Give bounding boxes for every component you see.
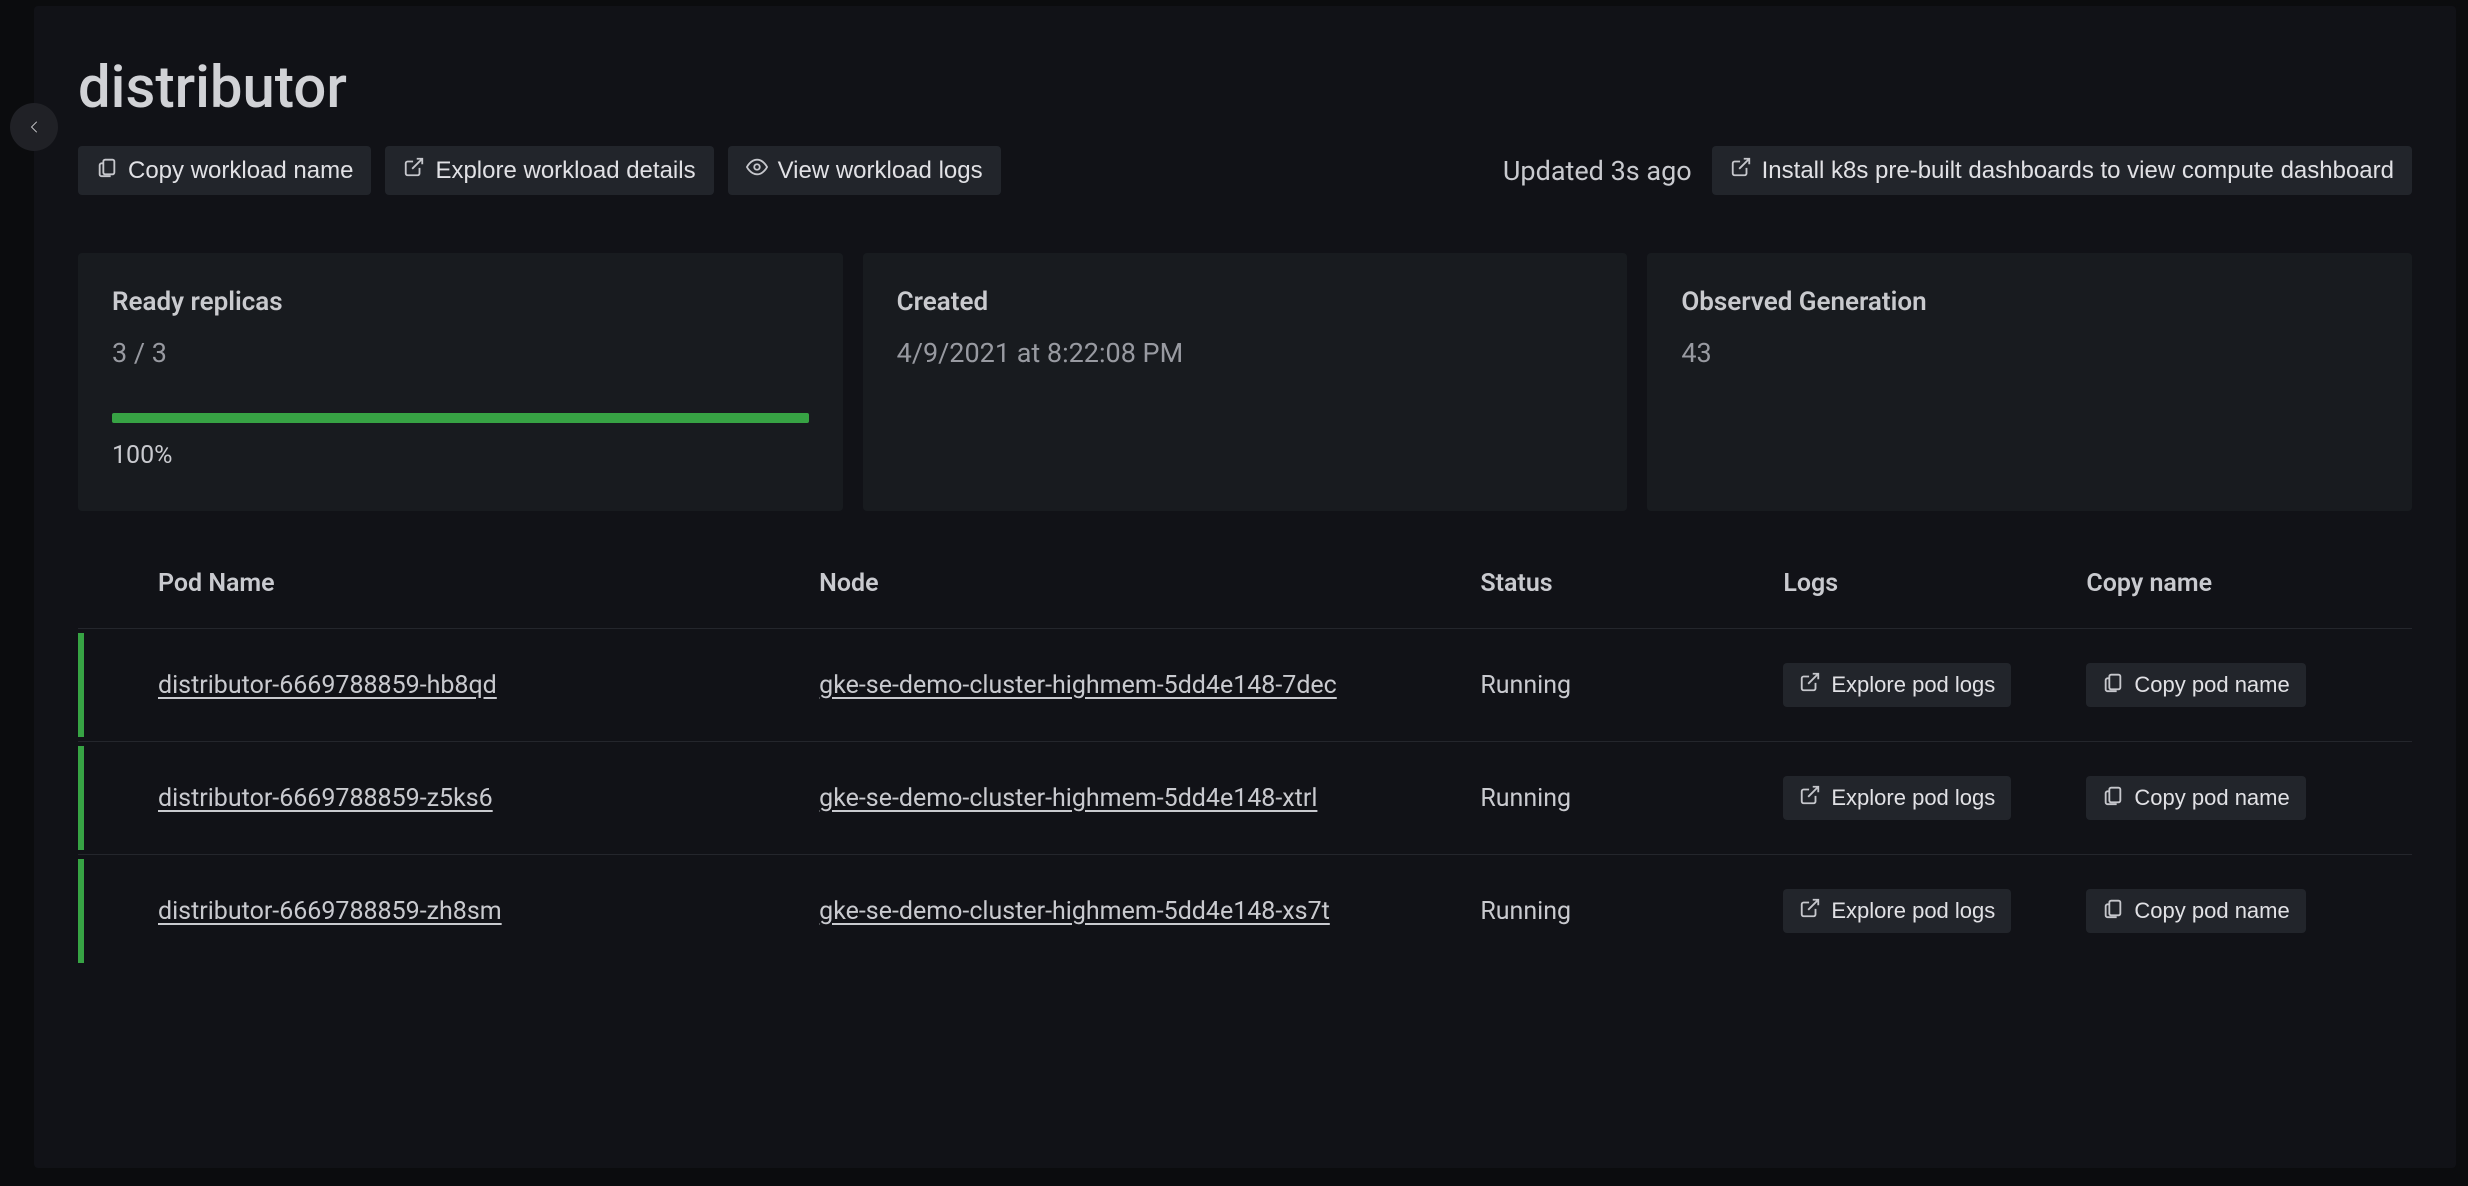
table-row: distributor-6669788859-zh8sm gke-se-demo-… [78,854,2412,967]
view-workload-logs-label: View workload logs [778,157,983,185]
external-link-icon [403,156,425,185]
ready-replicas-value: 3 / 3 [112,337,809,369]
col-pod-name: Pod Name [158,569,809,598]
explore-pod-logs-button[interactable]: Explore pod logs [1783,663,2011,707]
workload-panel: distributor Copy workload name Explore w… [34,6,2456,1168]
explore-pod-logs-button[interactable]: Explore pod logs [1783,889,2011,933]
explore-workload-details-label: Explore workload details [435,157,695,185]
copy-pod-name-button[interactable]: Copy pod name [2086,889,2305,933]
external-link-icon [1799,897,1821,925]
table-row: distributor-6669788859-z5ks6 gke-se-demo-… [78,741,2412,854]
page-title: distributor [78,54,2412,122]
collapse-panel-button[interactable] [10,103,58,151]
install-dashboards-label: Install k8s pre-built dashboards to view… [1762,157,2394,185]
pod-table-header: Pod Name Node Status Logs Copy name [78,569,2412,628]
clipboard-icon [96,156,118,185]
copy-workload-name-label: Copy workload name [128,157,353,185]
toolbar: Copy workload name Explore workload deta… [78,146,2412,195]
status-text: Running [1480,784,1773,813]
explore-pod-logs-label: Explore pod logs [1831,898,1995,924]
created-title: Created [897,287,1594,317]
observed-generation-title: Observed Generation [1681,287,2378,317]
external-link-icon [1799,784,1821,812]
col-node: Node [819,569,1470,598]
clipboard-icon [2102,671,2124,699]
eye-icon [746,156,768,185]
node-link[interactable]: gke-se-demo-cluster-highmem-5dd4e148-xtr… [819,784,1317,813]
node-link[interactable]: gke-se-demo-cluster-highmem-5dd4e148-7de… [819,671,1337,700]
copy-pod-name-button[interactable]: Copy pod name [2086,776,2305,820]
pod-name-link[interactable]: distributor-6669788859-zh8sm [158,897,502,926]
table-row: distributor-6669788859-hb8qd gke-se-demo-… [78,628,2412,741]
created-card: Created 4/9/2021 at 8:22:08 PM [863,253,1628,511]
ready-replicas-progress-label: 100% [112,441,809,470]
observed-generation-value: 43 [1681,337,2378,369]
copy-pod-name-button[interactable]: Copy pod name [2086,663,2305,707]
explore-pod-logs-button[interactable]: Explore pod logs [1783,776,2011,820]
updated-text: Updated 3s ago [1503,155,1692,187]
ready-replicas-card: Ready replicas 3 / 3 100% [78,253,843,511]
pod-name-link[interactable]: distributor-6669788859-z5ks6 [158,784,493,813]
status-text: Running [1480,897,1773,926]
col-status: Status [1480,569,1773,598]
external-link-icon [1730,156,1752,185]
copy-workload-name-button[interactable]: Copy workload name [78,146,371,195]
clipboard-icon [2102,897,2124,925]
copy-pod-name-label: Copy pod name [2134,785,2289,811]
install-dashboards-button[interactable]: Install k8s pre-built dashboards to view… [1712,146,2412,195]
created-value: 4/9/2021 at 8:22:08 PM [897,337,1594,369]
clipboard-icon [2102,784,2124,812]
ready-replicas-progress [112,413,809,423]
col-logs: Logs [1783,569,2076,598]
col-copy-name: Copy name [2086,569,2412,598]
summary-cards: Ready replicas 3 / 3 100% Created 4/9/20… [78,253,2412,511]
observed-generation-card: Observed Generation 43 [1647,253,2412,511]
view-workload-logs-button[interactable]: View workload logs [728,146,1001,195]
explore-pod-logs-label: Explore pod logs [1831,785,1995,811]
ready-replicas-title: Ready replicas [112,287,809,317]
pod-name-link[interactable]: distributor-6669788859-hb8qd [158,671,497,700]
copy-pod-name-label: Copy pod name [2134,672,2289,698]
explore-pod-logs-label: Explore pod logs [1831,672,1995,698]
explore-workload-details-button[interactable]: Explore workload details [385,146,713,195]
node-link[interactable]: gke-se-demo-cluster-highmem-5dd4e148-xs7… [819,897,1330,926]
status-text: Running [1480,671,1773,700]
copy-pod-name-label: Copy pod name [2134,898,2289,924]
external-link-icon [1799,671,1821,699]
pod-table: Pod Name Node Status Logs Copy name dist… [78,569,2412,967]
